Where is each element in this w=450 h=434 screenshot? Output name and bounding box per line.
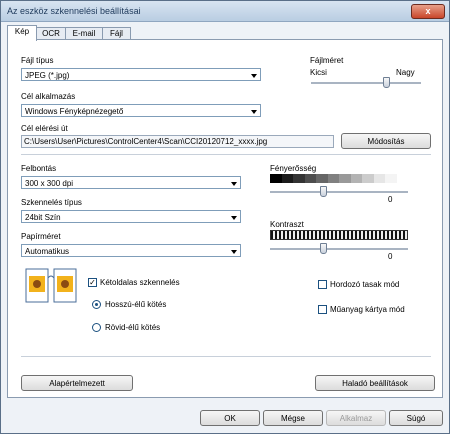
paper-size-select[interactable]: Automatikus [21, 244, 241, 257]
paper-size-value: Automatikus [25, 247, 70, 256]
contrast-value: 0 [388, 252, 393, 261]
target-path-field[interactable]: C:\Users\User\Pictures\ControlCenter4\Sc… [21, 135, 334, 148]
brightness-label: Fényerősség [270, 164, 317, 173]
apply-button[interactable]: Alkalmaz [326, 410, 386, 426]
chevron-down-icon [251, 74, 257, 78]
plastic-card-label: Műanyag kártya mód [330, 305, 405, 314]
file-size-label: Fájlméret [310, 56, 344, 65]
contrast-slider-thumb[interactable] [320, 243, 327, 254]
default-button[interactable]: Alapértelmezett [21, 375, 133, 391]
duplex-label: Kétoldalas szkennelés [100, 278, 180, 287]
carrier-sheet-checkbox[interactable] [318, 280, 327, 289]
help-button[interactable]: Súgó [389, 410, 443, 426]
scan-settings-dialog: Az eszköz szkennelési beállításai x Kép … [0, 0, 450, 434]
title-bar: Az eszköz szkennelési beállításai x [1, 1, 449, 22]
file-size-min-label: Kicsi [310, 68, 327, 77]
contrast-label: Kontraszt [270, 220, 304, 229]
resolution-select[interactable]: 300 x 300 dpi [21, 176, 241, 189]
window-title: Az eszköz szkennelési beállításai [7, 6, 141, 16]
brightness-gradient [270, 174, 408, 183]
target-app-label: Cél alkalmazás [21, 92, 76, 101]
scan-type-value: 24bit Szín [25, 213, 61, 222]
resolution-value: 300 x 300 dpi [25, 179, 74, 188]
target-app-select[interactable]: Windows Fényképnézegető [21, 104, 261, 117]
advanced-settings-button[interactable]: Haladó beállítások [315, 375, 435, 391]
carrier-sheet-label: Hordozó tasak mód [330, 280, 400, 289]
target-app-value: Windows Fényképnézegető [25, 107, 124, 116]
resolution-label: Felbontás [21, 164, 57, 173]
brightness-value: 0 [388, 195, 393, 204]
duplex-illustration [25, 268, 77, 303]
file-size-slider-thumb[interactable] [382, 77, 390, 88]
file-size-slider-track[interactable] [311, 82, 421, 85]
brightness-slider-thumb[interactable] [320, 186, 327, 197]
section-divider [21, 356, 431, 357]
long-edge-radio[interactable] [92, 300, 101, 309]
chevron-down-icon [231, 216, 237, 220]
chevron-down-icon [231, 182, 237, 186]
tab-image[interactable]: Kép [7, 25, 37, 41]
paper-size-label: Papírméret [21, 232, 61, 241]
plastic-card-checkbox[interactable] [318, 305, 327, 314]
long-edge-label: Hosszú-élű kötés [105, 300, 167, 309]
file-type-value: JPEG (*.jpg) [25, 71, 70, 80]
file-size-max-label: Nagy [396, 68, 415, 77]
close-button[interactable]: x [411, 4, 445, 19]
duplex-checkbox[interactable]: ✓ [88, 278, 97, 287]
short-edge-radio[interactable] [92, 323, 101, 332]
section-divider [21, 154, 431, 155]
scan-type-select[interactable]: 24bit Szín [21, 210, 241, 223]
cancel-button[interactable]: Mégse [263, 410, 323, 426]
contrast-pattern [270, 230, 408, 240]
modify-path-button[interactable]: Módosítás [341, 133, 431, 149]
short-edge-label: Rövid-élű kötés [105, 323, 161, 332]
image-settings-panel: Fájl típus JPEG (*.jpg) Fájlméret Kicsi … [7, 39, 443, 398]
target-path-label: Cél elérési út [21, 124, 68, 133]
brightness-slider-track[interactable] [270, 191, 408, 194]
file-type-select[interactable]: JPEG (*.jpg) [21, 68, 261, 81]
chevron-down-icon [231, 250, 237, 254]
scan-type-label: Szkennelés típus [21, 198, 82, 207]
chevron-down-icon [251, 110, 257, 114]
file-type-label: Fájl típus [21, 56, 54, 65]
ok-button[interactable]: OK [200, 410, 260, 426]
contrast-slider-track[interactable] [270, 248, 408, 251]
